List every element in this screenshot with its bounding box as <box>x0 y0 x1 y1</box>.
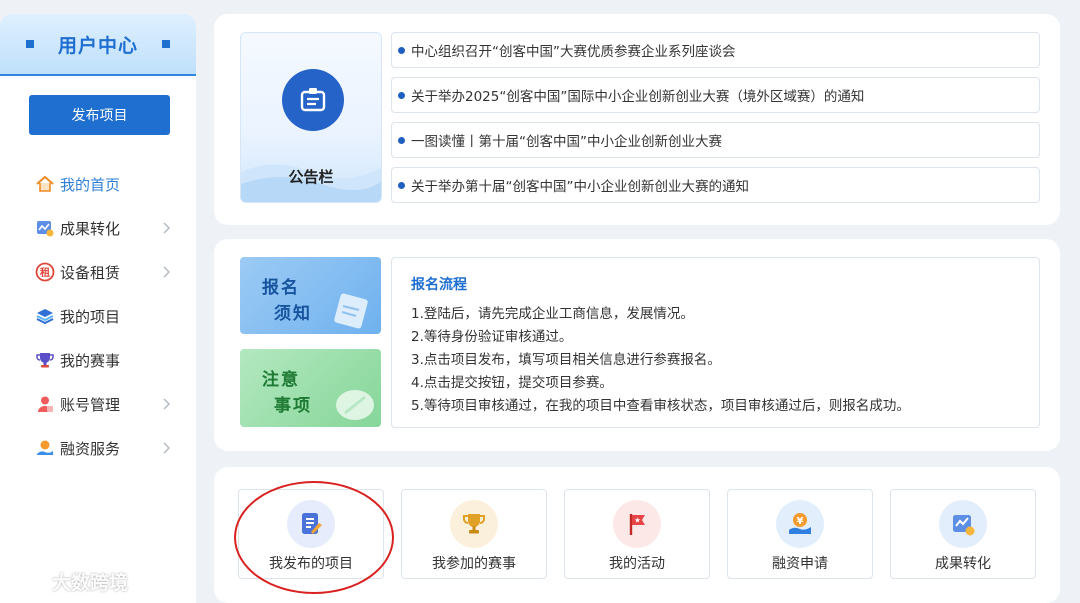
notice-board[interactable]: 公告栏 <box>240 32 382 203</box>
chevron-right-icon <box>163 266 171 278</box>
quick-link-financing[interactable]: ¥ 融资申请 <box>727 489 873 579</box>
sidebar-item-label: 我的赛事 <box>60 351 121 370</box>
home-icon <box>35 174 55 194</box>
tile-text: 报名 <box>262 278 300 298</box>
bullet-icon <box>398 181 405 189</box>
flow-title: 报名流程 <box>411 277 467 293</box>
sidebar-item-equipment-rental[interactable]: 租 设备租赁 <box>0 250 196 294</box>
watermark: 大数跨境 <box>8 568 128 595</box>
news-item[interactable]: 关于举办2025“创客中国”国际中小企业创新创业大赛（境外区域赛）的通知 <box>391 77 1040 113</box>
quick-links-card: 我发布的项目 我参加的赛事 我的活动 ¥ 融资申请 成果转化 <box>214 467 1060 603</box>
flow-step: 5.等待项目审核通过，在我的项目中查看审核状态，项目审核通过后，则报名成功。 <box>411 398 910 414</box>
trophy-icon <box>450 500 498 548</box>
tile-text: 事项 <box>274 396 312 416</box>
quick-link-label: 融资申请 <box>772 556 828 572</box>
document-icon <box>287 500 335 548</box>
quick-link-my-events[interactable]: 我参加的赛事 <box>401 489 547 579</box>
quick-link-label: 成果转化 <box>935 556 991 572</box>
watermark-logo-icon <box>10 572 43 591</box>
quick-link-label: 我参加的赛事 <box>432 556 516 572</box>
sidebar-item-label: 设备租赁 <box>60 263 121 282</box>
chevron-right-icon <box>163 222 171 234</box>
news-item[interactable]: 中心组织召开“创客中国”大赛优质参赛企业系列座谈会 <box>391 32 1040 68</box>
quick-link-label: 我的活动 <box>609 556 665 572</box>
bullet-icon <box>398 136 405 144</box>
sidebar-menu: 我的首页 成果转化 租 设备租赁 我的项目 我的赛事 账号管理 融资服务 <box>0 162 196 470</box>
svg-text:¥: ¥ <box>797 516 804 527</box>
document-icon <box>334 293 368 329</box>
yuan-hand-icon: ¥ <box>776 500 824 548</box>
sidebar-item-my-events[interactable]: 我的赛事 <box>0 338 196 382</box>
chevron-right-icon <box>163 442 171 454</box>
result-icon <box>939 500 987 548</box>
registration-notice-tile[interactable]: 报名 须知 <box>240 257 381 334</box>
chart-icon <box>35 218 55 238</box>
quick-link-label: 我发布的项目 <box>269 556 353 572</box>
sidebar-item-label: 我的首页 <box>60 175 121 194</box>
publish-project-button[interactable]: 发布项目 <box>29 95 170 135</box>
sidebar: 用户中心 发布项目 我的首页 成果转化 租 设备租赁 我的项目 我的赛事 账号管… <box>0 14 196 603</box>
flag-icon <box>613 500 661 548</box>
quick-link-achievement[interactable]: 成果转化 <box>890 489 1036 579</box>
notice-board-icon <box>282 69 344 131</box>
flow-step: 4.点击提交按钮，提交项目参赛。 <box>411 375 613 391</box>
svg-text:租: 租 <box>40 266 50 279</box>
sidebar-item-account[interactable]: 账号管理 <box>0 382 196 426</box>
watermark-text: 大数跨境 <box>52 572 129 594</box>
finance-icon <box>35 438 55 458</box>
square-bullet-icon <box>25 40 34 48</box>
attention-tile[interactable]: 注意 事项 <box>240 349 381 427</box>
news-list: 中心组织召开“创客中国”大赛优质参赛企业系列座谈会 关于举办2025“创客中国”… <box>391 32 1040 212</box>
news-title: 关于举办第十届“创客中国”中小企业创新创业大赛的通知 <box>411 179 749 195</box>
news-title: 一图读懂丨第十届“创客中国”中小企业创新创业大赛 <box>411 134 722 150</box>
flow-step: 2.等待身份验证审核通过。 <box>411 329 573 345</box>
registration-flow-card: 报名 须知 注意 事项 报名流程 1.登陆后，请先完成企业工商信息，发展情况。 … <box>214 239 1060 451</box>
sidebar-header: 用户中心 <box>0 14 196 76</box>
flow-step: 3.点击项目发布，填写项目相关信息进行参赛报名。 <box>411 352 721 368</box>
quick-link-my-projects[interactable]: 我发布的项目 <box>238 489 384 579</box>
sidebar-item-achievement[interactable]: 成果转化 <box>0 206 196 250</box>
sidebar-item-label: 成果转化 <box>60 219 121 238</box>
trophy-icon <box>35 350 55 370</box>
square-bullet-icon <box>162 40 170 48</box>
bullet-icon <box>398 91 405 99</box>
sidebar-title: 用户中心 <box>57 34 138 57</box>
sidebar-item-home[interactable]: 我的首页 <box>0 162 196 206</box>
tile-text: 须知 <box>274 304 312 324</box>
notice-card: 公告栏 中心组织召开“创客中国”大赛优质参赛企业系列座谈会 关于举办2025“创… <box>214 14 1060 225</box>
bullet-icon <box>398 46 405 54</box>
news-title: 关于举办2025“创客中国”国际中小企业创新创业大赛（境外区域赛）的通知 <box>411 89 865 105</box>
news-item[interactable]: 关于举办第十届“创客中国”中小企业创新创业大赛的通知 <box>391 167 1040 203</box>
sidebar-item-label: 我的项目 <box>60 307 121 326</box>
sidebar-item-my-projects[interactable]: 我的项目 <box>0 294 196 338</box>
sidebar-item-label: 账号管理 <box>60 395 121 414</box>
tile-text: 注意 <box>262 370 300 390</box>
notice-board-label: 公告栏 <box>288 168 334 186</box>
pill-icon <box>336 390 374 420</box>
news-title: 中心组织召开“创客中国”大赛优质参赛企业系列座谈会 <box>411 44 736 60</box>
rent-icon: 租 <box>35 262 55 282</box>
sidebar-item-financing[interactable]: 融资服务 <box>0 426 196 470</box>
news-item[interactable]: 一图读懂丨第十届“创客中国”中小企业创新创业大赛 <box>391 122 1040 158</box>
sidebar-item-label: 融资服务 <box>60 439 121 458</box>
user-icon <box>35 394 55 414</box>
layers-icon <box>35 306 55 326</box>
registration-flow-box: 报名流程 1.登陆后，请先完成企业工商信息，发展情况。 2.等待身份验证审核通过… <box>391 257 1040 428</box>
flow-step: 1.登陆后，请先完成企业工商信息，发展情况。 <box>411 306 694 322</box>
quick-link-my-activities[interactable]: 我的活动 <box>564 489 710 579</box>
chevron-right-icon <box>163 398 171 410</box>
